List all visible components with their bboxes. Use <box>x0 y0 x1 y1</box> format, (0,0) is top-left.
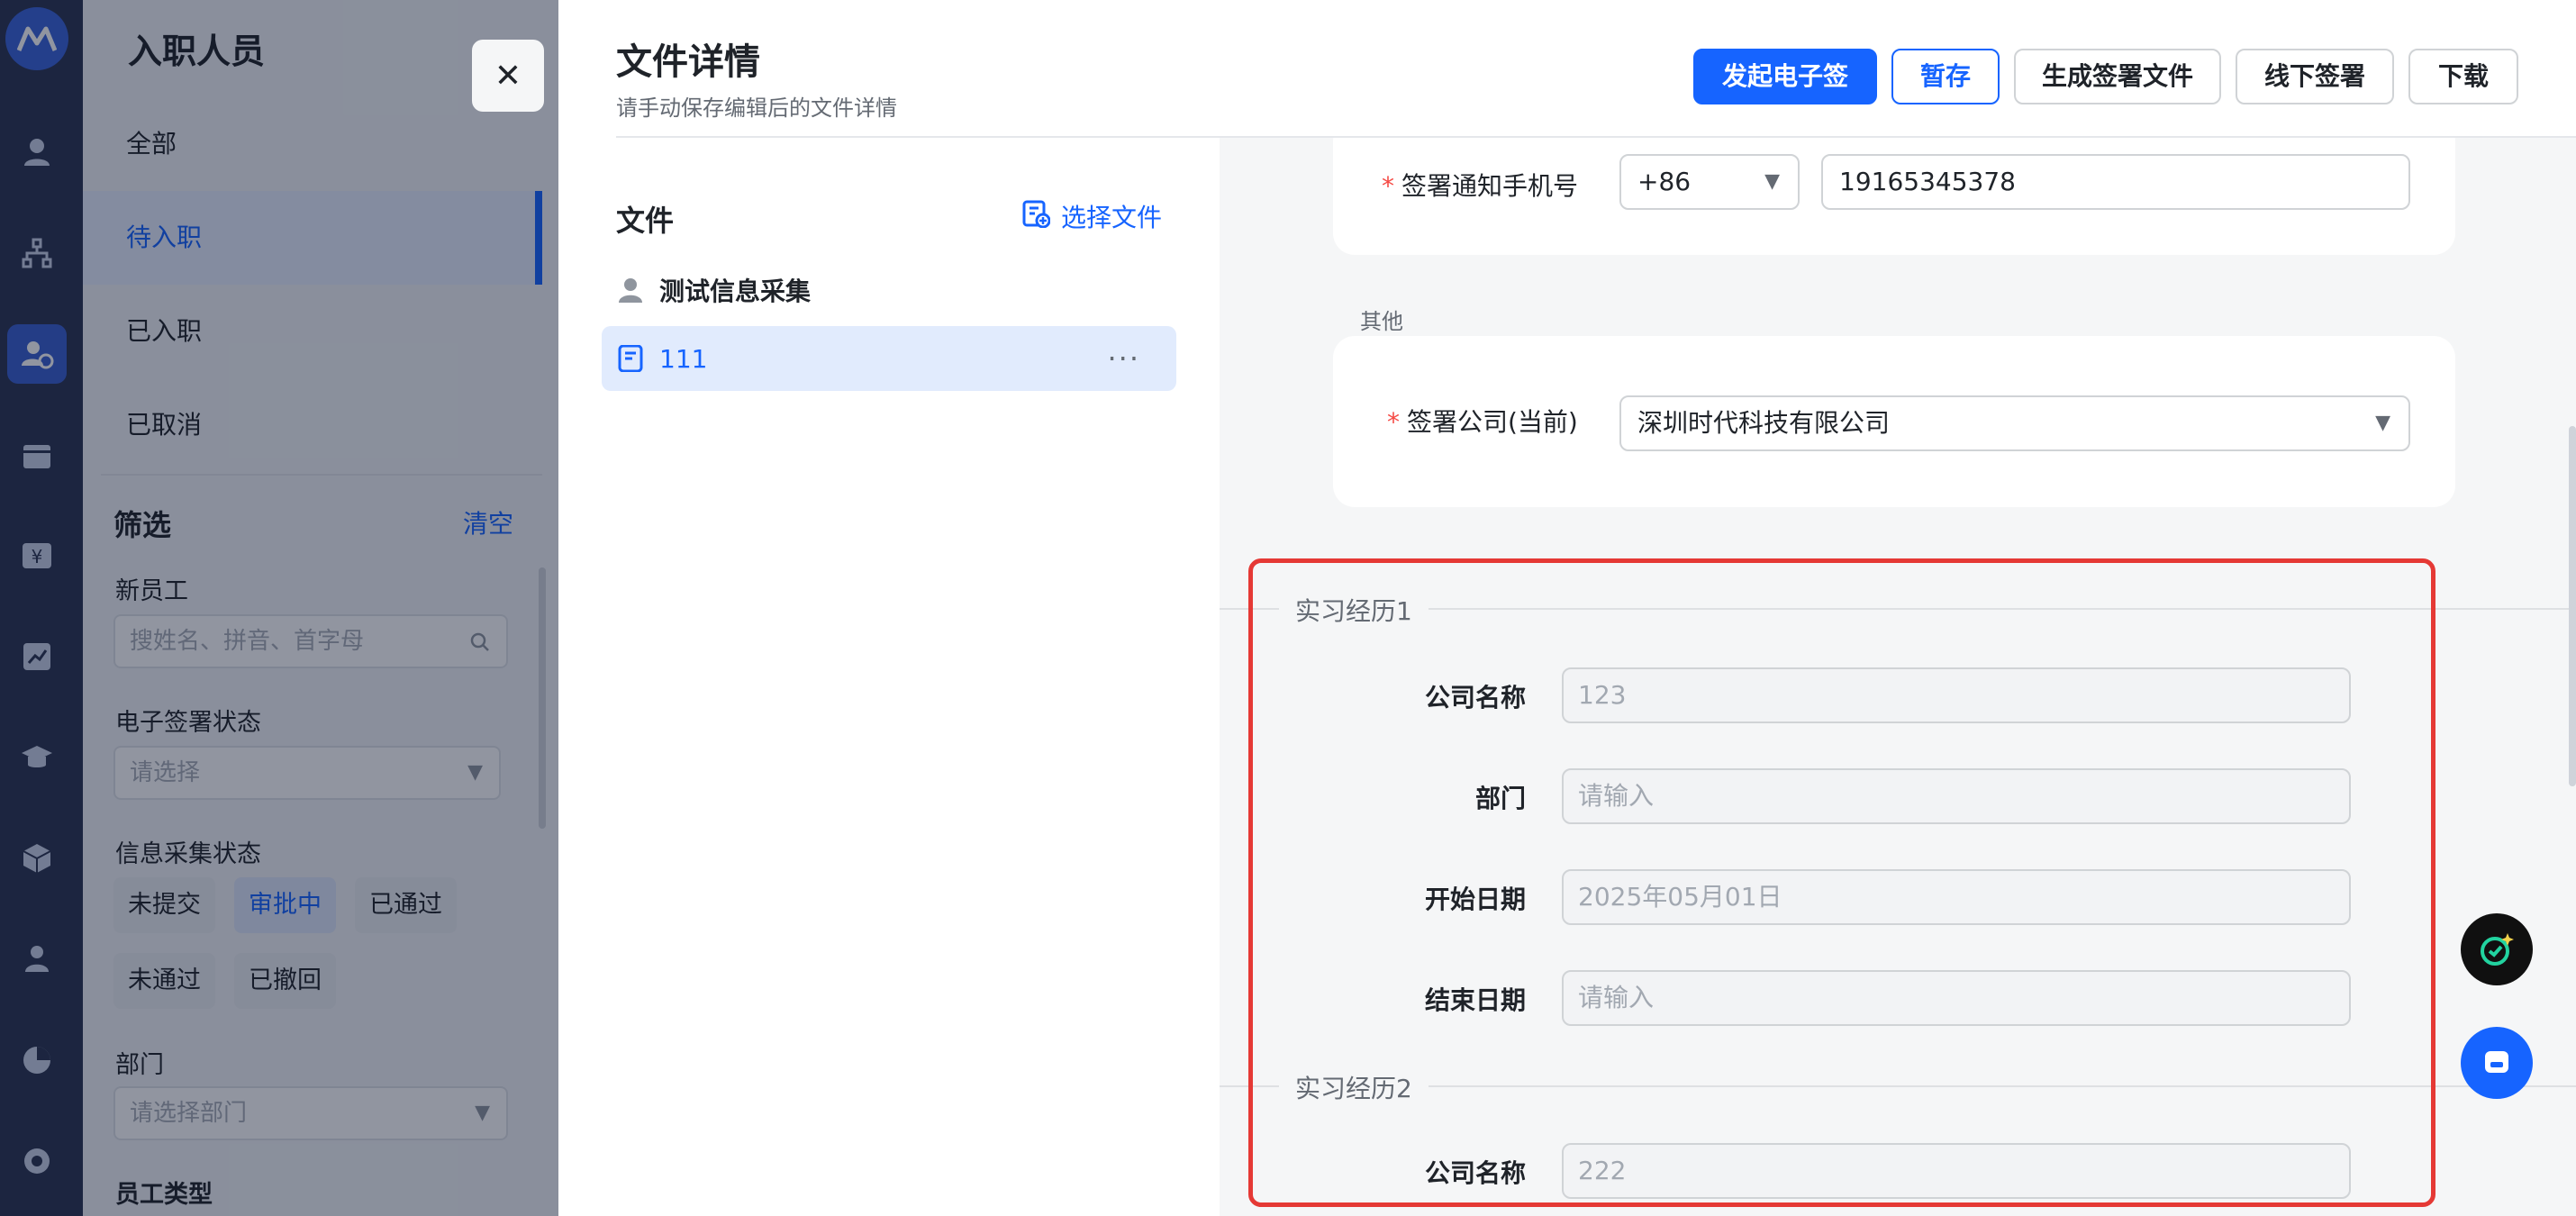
chat-button[interactable] <box>2461 1027 2533 1099</box>
ai-assistant-button[interactable] <box>2461 913 2533 985</box>
more-options-icon[interactable]: ··· <box>1107 341 1140 376</box>
form-scrollbar[interactable] <box>2569 426 2576 786</box>
download-button[interactable]: 下载 <box>2408 49 2518 104</box>
files-title: 文件 <box>616 204 675 238</box>
chat-icon <box>2485 1051 2508 1073</box>
save-draft-button[interactable]: 暂存 <box>1891 49 2000 104</box>
company-select[interactable]: 深圳时代科技有限公司 ▼ <box>1619 395 2410 451</box>
drawer-title: 文件详情 <box>616 41 760 83</box>
add-file-icon <box>1021 199 1051 234</box>
start-esign-button[interactable]: 发起电子签 <box>1693 49 1877 104</box>
file-item-info-collect[interactable]: 测试信息采集 <box>602 258 1176 322</box>
person-icon <box>616 276 645 304</box>
country-code-select[interactable]: +86 ▼ <box>1619 154 1800 210</box>
file-item-111[interactable]: 111 ··· <box>602 326 1176 391</box>
generate-sign-file-button[interactable]: 生成签署文件 <box>2014 49 2221 104</box>
select-file-button[interactable]: 选择文件 <box>1021 198 1162 234</box>
highlight-box <box>1248 558 2435 1207</box>
select-file-label: 选择文件 <box>1061 203 1163 232</box>
offline-sign-button[interactable]: 线下签署 <box>2236 49 2394 104</box>
modal-overlay[interactable] <box>0 0 558 1216</box>
document-icon <box>616 344 645 373</box>
chevron-down-icon: ▼ <box>2375 412 2390 434</box>
phone-label: * 签署通知手机号 <box>1382 171 1579 201</box>
file-name: 111 <box>659 343 708 374</box>
file-name: 测试信息采集 <box>659 277 812 306</box>
close-drawer-button[interactable]: ✕ <box>472 40 544 112</box>
ai-sparkle-icon <box>2481 933 2514 966</box>
chevron-down-icon: ▼ <box>1764 170 1780 193</box>
group-other-label: 其他 <box>1360 309 1403 334</box>
phone-input[interactable]: 19165345378 <box>1821 154 2410 210</box>
close-icon: ✕ <box>494 57 522 95</box>
drawer-subtitle: 请手动保存编辑后的文件详情 <box>616 95 897 121</box>
phone-card: * 签署通知手机号 +86 ▼ 19165345378 <box>1333 138 2455 255</box>
company-card: * 签署公司(当前) 深圳时代科技有限公司 ▼ <box>1333 336 2455 507</box>
company-label: * 签署公司(当前) <box>1387 407 1578 437</box>
